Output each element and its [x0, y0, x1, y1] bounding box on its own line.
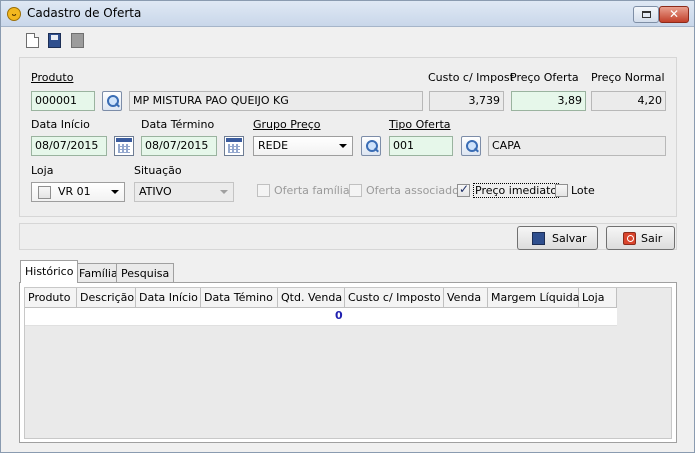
oferta-familia-checkbox[interactable] [257, 184, 270, 197]
tipo-oferta-label[interactable]: Tipo Oferta [389, 118, 451, 131]
grupo-preco-search-icon[interactable] [361, 136, 381, 156]
new-document-icon[interactable] [26, 33, 39, 48]
situacao-value: ATIVO [139, 185, 172, 198]
app-icon: ᴗ [7, 7, 21, 21]
column-header[interactable]: Venda [444, 288, 488, 308]
maximize-icon [642, 11, 651, 18]
produto-label[interactable]: Produto [31, 71, 73, 84]
column-header[interactable]: Qtd. Venda [278, 288, 345, 308]
calendar-icon[interactable] [224, 136, 244, 156]
loja-label: Loja [31, 164, 54, 177]
calendar-icon[interactable] [114, 136, 134, 156]
situacao-select[interactable]: ATIVO [134, 182, 234, 202]
close-icon: ✕ [669, 7, 680, 21]
data-termino-field[interactable]: 08/07/2015 [141, 136, 217, 156]
oferta-associado-label: Oferta associado [366, 184, 459, 197]
tab-historico[interactable]: Histórico [20, 260, 79, 283]
oferta-familia-label: Oferta família [274, 184, 350, 197]
grid-total-count: 0 [335, 309, 343, 322]
custo-label: Custo c/ Impost [428, 71, 514, 84]
close-button[interactable]: ✕ [659, 6, 689, 23]
produto-search-icon[interactable] [102, 91, 122, 111]
column-header[interactable]: Data Témino [201, 288, 278, 308]
grupo-preco-select[interactable]: REDE [253, 136, 353, 156]
data-inicio-field[interactable]: 08/07/2015 [31, 136, 107, 156]
loja-value: VR 01 [58, 185, 91, 198]
preco-imediato-label: Preço imediato [473, 183, 560, 198]
lote-checkbox[interactable] [555, 184, 568, 197]
preco-oferta-field[interactable]: 3,89 [511, 91, 586, 111]
loja-select[interactable]: VR 01 [31, 182, 125, 202]
chevron-down-icon [339, 144, 347, 148]
tab-pesquisa[interactable]: Pesquisa [116, 263, 175, 282]
produto-code-field[interactable]: 000001 [31, 91, 95, 111]
sair-button[interactable]: Sair [606, 226, 675, 250]
column-header[interactable]: Produto [25, 288, 77, 308]
tipo-oferta-search-icon[interactable] [461, 136, 481, 156]
oferta-associado-checkbox[interactable] [349, 184, 362, 197]
tipo-oferta-code-field[interactable]: 001 [389, 136, 453, 156]
grupo-preco-value: REDE [258, 139, 289, 152]
sair-label: Sair [641, 232, 663, 245]
custo-field: 3,739 [429, 91, 504, 111]
grid-footer: 0 [25, 308, 617, 326]
produto-description-field: MP MISTURA PAO QUEIJO KG [129, 91, 423, 111]
grupo-preco-label[interactable]: Grupo Preço [253, 118, 321, 131]
maximize-button[interactable] [633, 6, 659, 23]
window-title: Cadastro de Oferta [27, 6, 142, 20]
preco-imediato-checkbox[interactable] [457, 182, 470, 197]
column-header[interactable]: Custo c/ Imposto [345, 288, 444, 308]
column-header[interactable]: Descrição [77, 288, 136, 308]
column-header[interactable]: Margem Líquida [488, 288, 579, 308]
data-inicio-label: Data Início [31, 118, 90, 131]
lote-label: Lote [571, 184, 595, 197]
chevron-down-icon [220, 190, 228, 194]
title-bar: ᴗ Cadastro de Oferta ✕ [1, 1, 694, 27]
chevron-down-icon [111, 190, 119, 194]
history-grid[interactable]: Produto Descrição Data Início Data Témin… [24, 287, 672, 439]
save-icon [532, 232, 545, 245]
salvar-label: Salvar [552, 232, 587, 245]
tipo-oferta-description-field: CAPA [488, 136, 666, 156]
preco-oferta-label: Preço Oferta [510, 71, 579, 84]
loja-checkbox[interactable] [38, 186, 51, 199]
column-header[interactable]: Data Início [136, 288, 201, 308]
main-window: ᴗ Cadastro de Oferta ✕ Produto Custo c/ … [0, 0, 695, 453]
save-icon[interactable] [48, 33, 61, 48]
exit-icon [623, 232, 636, 245]
delete-icon[interactable] [71, 33, 84, 48]
salvar-button[interactable]: Salvar [517, 226, 598, 250]
historico-panel: Produto Descrição Data Início Data Témin… [19, 282, 677, 443]
data-termino-label: Data Término [141, 118, 215, 131]
preco-normal-field: 4,20 [591, 91, 666, 111]
situacao-label: Situação [134, 164, 182, 177]
preco-normal-label: Preço Normal [591, 71, 665, 84]
grid-header: Produto Descrição Data Início Data Témin… [25, 288, 617, 308]
column-header[interactable]: Loja [579, 288, 617, 308]
